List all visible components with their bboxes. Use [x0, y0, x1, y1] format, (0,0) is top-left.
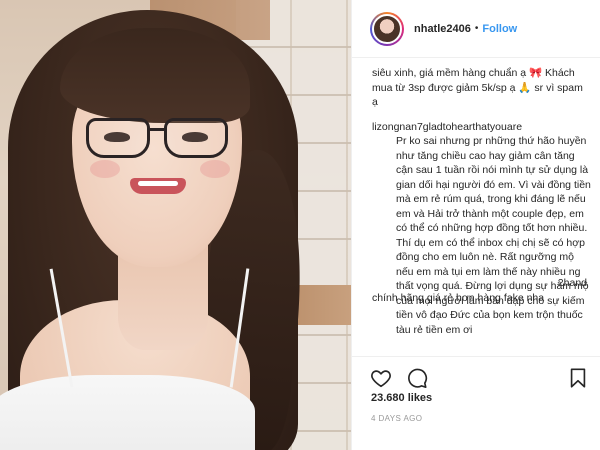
- cheek: [200, 160, 230, 178]
- separator-dot: •: [474, 23, 479, 34]
- glasses-bridge: [149, 128, 165, 131]
- username-link[interactable]: nhatle2406: [414, 23, 471, 35]
- comments-list[interactable]: siêu xinh, giá mềm hàng chuẩn ạ 🎀 Khách …: [352, 58, 600, 356]
- avatar-image: [372, 13, 402, 44]
- follow-button[interactable]: Follow: [482, 23, 517, 35]
- cheek: [90, 160, 120, 178]
- comment-text: siêu xinh, giá mềm hàng chuẩn ạ 🎀 Khách …: [372, 67, 583, 108]
- comment-fragment: 2hand: [557, 277, 587, 289]
- bookmark-icon[interactable]: [567, 367, 589, 389]
- comment-icon[interactable]: [406, 367, 428, 389]
- comment-header: lizongnan7gladtohearthatyouare: [372, 120, 591, 135]
- post-photo[interactable]: [0, 0, 351, 450]
- comment-item: 2hand chính hãng giá rẻ hơn hàng fake nh…: [372, 276, 587, 305]
- avatar[interactable]: [370, 11, 404, 46]
- timestamp: 4 DAYS AGO: [371, 414, 423, 423]
- post-panel: nhatle2406 • Follow siêu xinh, giá mềm h…: [351, 0, 600, 450]
- comment-text: Pr ko sai nhưng pr những thứ hão huyền n…: [396, 135, 591, 336]
- post-header: nhatle2406 • Follow: [352, 0, 600, 58]
- glasses-lens: [86, 118, 150, 158]
- heart-icon[interactable]: [370, 367, 392, 389]
- comment-text: chính hãng giá rẻ hơn hàng fake nha: [372, 291, 545, 304]
- likes-count[interactable]: 23.680 likes: [371, 392, 432, 404]
- comment-item: siêu xinh, giá mềm hàng chuẩn ạ 🎀 Khách …: [372, 66, 591, 110]
- white-top: [0, 375, 255, 450]
- comment-mention[interactable]: gladtohearthatyouare: [423, 121, 522, 133]
- comment-username[interactable]: lizongnan7: [372, 121, 423, 133]
- glasses-lens: [164, 118, 228, 158]
- smile: [138, 181, 178, 186]
